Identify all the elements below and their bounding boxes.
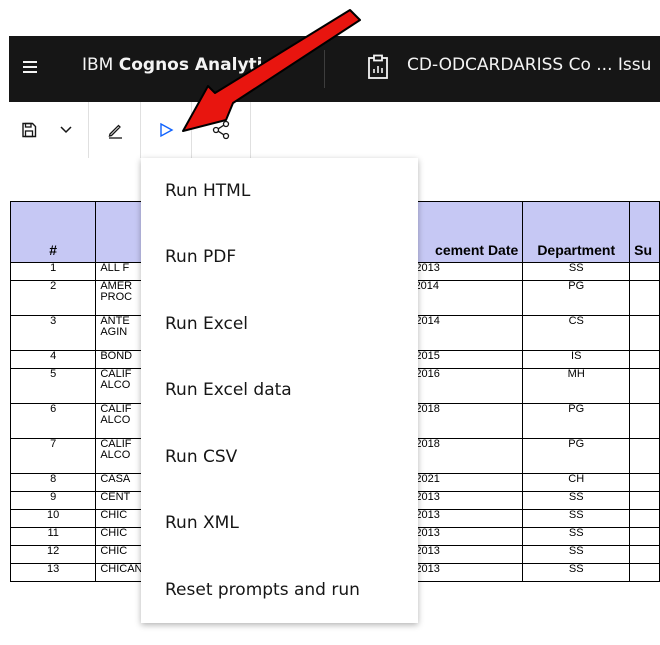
row-number-cell: 3 <box>9 315 97 351</box>
run-options-menu: Run HTML Run PDF Run Excel Run Excel dat… <box>141 158 418 623</box>
empty-cell <box>629 438 660 474</box>
menu-item-run-pdf[interactable]: Run PDF <box>165 247 236 267</box>
run-button[interactable] <box>141 102 191 158</box>
row-number-cell: 4 <box>9 350 97 369</box>
hamburger-menu-icon[interactable] <box>23 59 39 75</box>
empty-cell <box>629 315 660 351</box>
report-toolbar <box>9 102 660 159</box>
department-cell: PG <box>522 280 631 316</box>
row-number-cell: 11 <box>9 527 97 546</box>
play-icon <box>160 122 174 138</box>
share-button[interactable] <box>192 102 250 158</box>
column-header: Su <box>629 201 660 263</box>
department-cell: CS <box>522 315 631 351</box>
report-icon <box>368 54 388 79</box>
menu-item-run-html[interactable]: Run HTML <box>165 181 250 201</box>
menu-item-run-csv[interactable]: Run CSV <box>165 447 237 467</box>
chevron-down-icon <box>60 126 72 134</box>
toolbar-separator <box>250 102 251 158</box>
empty-cell <box>629 403 660 439</box>
department-cell: SS <box>522 491 631 510</box>
app-header: IBM Cognos Analyti CD-ODCARDARISS Co ...… <box>9 36 660 102</box>
row-number-cell: 5 <box>9 368 97 404</box>
pencil-icon <box>108 124 122 139</box>
empty-cell <box>629 473 660 492</box>
empty-cell <box>629 280 660 316</box>
save-icon <box>22 122 37 138</box>
row-number-cell: 6 <box>9 403 97 439</box>
header-divider <box>324 50 325 88</box>
save-options-dropdown[interactable] <box>51 102 81 158</box>
row-number-cell: 9 <box>9 491 97 510</box>
row-number-cell: 13 <box>9 563 97 582</box>
department-cell: PG <box>522 438 631 474</box>
row-number-cell: 7 <box>9 438 97 474</box>
empty-cell <box>629 509 660 528</box>
empty-cell <box>629 350 660 369</box>
menu-item-run-excel[interactable]: Run Excel <box>165 314 248 334</box>
empty-cell <box>629 368 660 404</box>
empty-cell <box>629 491 660 510</box>
department-cell: IS <box>522 350 631 369</box>
department-cell: SS <box>522 563 631 582</box>
row-number-cell: 12 <box>9 545 97 564</box>
empty-cell <box>629 527 660 546</box>
row-number-cell: 8 <box>9 473 97 492</box>
department-cell: CH <box>522 473 631 492</box>
column-header: # <box>9 201 97 263</box>
row-number-cell: 1 <box>9 262 97 281</box>
app-title: IBM Cognos Analyti <box>82 55 263 75</box>
save-button[interactable] <box>9 102 49 158</box>
row-number-cell: 10 <box>9 509 97 528</box>
menu-item-reset-prompts-and-run[interactable]: Reset prompts and run <box>165 580 360 600</box>
department-cell: SS <box>522 527 631 546</box>
department-cell: SS <box>522 509 631 528</box>
department-cell: SS <box>522 545 631 564</box>
empty-cell <box>629 262 660 281</box>
menu-item-run-excel-data[interactable]: Run Excel data <box>165 380 292 400</box>
department-cell: SS <box>522 262 631 281</box>
empty-cell <box>629 563 660 582</box>
menu-item-run-xml[interactable]: Run XML <box>165 513 239 533</box>
department-cell: MH <box>522 368 631 404</box>
row-number-cell: 2 <box>9 280 97 316</box>
share-icon <box>212 120 230 140</box>
empty-cell <box>629 545 660 564</box>
report-title[interactable]: CD-ODCARDARISS Co ... Issu <box>407 55 651 75</box>
column-header: Department <box>522 201 631 263</box>
edit-button[interactable] <box>89 102 140 158</box>
department-cell: PG <box>522 403 631 439</box>
